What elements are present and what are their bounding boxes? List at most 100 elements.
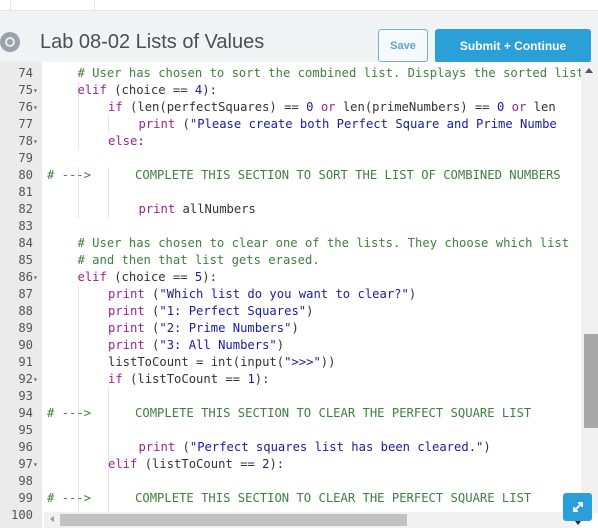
line-number: 79: [18, 151, 33, 165]
code-line[interactable]: 94 # ---> COMPLETE THIS SECTION TO CLEAR …: [0, 405, 580, 422]
code-line[interactable]: 93: [0, 388, 580, 405]
fold-toggle-icon[interactable]: ▾: [33, 269, 41, 286]
code-line[interactable]: 83: [0, 218, 580, 235]
code-token: ): [276, 338, 285, 352]
code-line[interactable]: 92 ▾ if (listToCount == 1):: [0, 371, 580, 388]
code-token: (: [144, 304, 160, 318]
line-number: 95: [18, 423, 33, 437]
code-text: # ---> COMPLETE THIS SECTION TO SORT THE…: [47, 167, 561, 184]
line-number: 89: [18, 321, 33, 335]
code-line[interactable]: 95: [0, 422, 580, 439]
code-line[interactable]: 99 # ---> COMPLETE THIS SECTION TO CLEAR …: [0, 490, 580, 507]
line-number: 98: [18, 474, 33, 488]
code-line[interactable]: 74 # User has chosen to sort the combined…: [0, 65, 583, 82]
expand-editor-button[interactable]: [563, 493, 592, 525]
code-token: print: [138, 117, 176, 131]
code-line[interactable]: 79: [0, 150, 580, 167]
code-token: (: [175, 117, 190, 131]
code-token: ):: [254, 372, 270, 386]
code-editor[interactable]: 74 # User has chosen to sort the combined…: [0, 62, 598, 528]
code-token: ):: [202, 83, 217, 97]
line-number: 96: [18, 440, 33, 454]
line-number: 78: [18, 134, 33, 148]
code-token: # ---> COMPLETE THIS SECTION TO CLEAR TH…: [47, 491, 532, 505]
line-number: 82: [18, 202, 33, 216]
line-number: 80: [18, 168, 33, 182]
horizontal-scroll-thumb[interactable]: [60, 514, 407, 526]
scroll-left-arrow-icon[interactable]: [50, 516, 54, 522]
code-line[interactable]: 91 listToCount = int(input(">>>")): [0, 354, 580, 371]
code-line[interactable]: 89 print ("2: Prime Numbers"): [0, 320, 580, 337]
line-number: 90: [18, 338, 33, 352]
fold-toggle-icon[interactable]: ▾: [33, 133, 41, 150]
code-token: print: [138, 202, 176, 216]
code-line[interactable]: 87 print ("Which list do you want to clea…: [0, 286, 580, 303]
vertical-scrollbar[interactable]: [581, 62, 598, 513]
expand-arrows-icon: [572, 502, 583, 512]
code-token: (: [144, 287, 160, 301]
code-text: # ---> COMPLETE THIS SECTION TO CLEAR TH…: [47, 405, 531, 422]
code-line[interactable]: 90 print ("3: All Numbers"): [0, 337, 580, 354]
fold-toggle-icon[interactable]: ▾: [33, 456, 41, 473]
code-line[interactable]: 75 ▾ elif (choice == 4):: [0, 82, 580, 99]
code-token: ):: [202, 270, 217, 284]
code-text: elif (listToCount == 2):: [108, 456, 284, 473]
scroll-up-arrow-icon[interactable]: [585, 68, 593, 73]
code-token: :: [137, 134, 145, 148]
vertical-scroll-thumb[interactable]: [584, 334, 598, 428]
code-line[interactable]: 96 print ("Perfect squares list has been …: [0, 439, 580, 456]
code-line[interactable]: 81: [0, 184, 580, 201]
line-number: 77: [18, 117, 33, 131]
code-token: (: [144, 338, 160, 352]
code-line[interactable]: 78 ▾ else:: [0, 133, 580, 150]
code-lines[interactable]: 74 # User has chosen to sort the combined…: [0, 65, 584, 524]
code-token: print: [108, 287, 145, 301]
line-number: 99: [18, 491, 33, 505]
code-line[interactable]: 88 print ("1: Perfect Squares"): [0, 303, 580, 320]
fold-toggle-icon[interactable]: ▾: [33, 99, 41, 116]
submit-continue-button[interactable]: Submit + Continue: [435, 29, 591, 63]
code-text: if (listToCount == 1):: [108, 371, 269, 388]
code-token: if: [108, 372, 123, 386]
code-line[interactable]: 82 print allNumbers: [0, 201, 580, 218]
fold-toggle-icon[interactable]: ▾: [33, 82, 41, 99]
code-text: # ---> COMPLETE THIS SECTION TO CLEAR TH…: [47, 490, 531, 507]
line-number: 97: [18, 457, 33, 471]
code-token: print: [138, 440, 176, 454]
code-text: print ("1: Perfect Squares"): [108, 303, 313, 320]
code-line[interactable]: 76 ▾ if (len(perfectSquares) == 0 or len(p…: [0, 99, 580, 116]
code-token: "3: All Numbers": [159, 338, 277, 352]
code-line[interactable]: 85 # and then that list gets erased.: [0, 252, 580, 269]
gear-icon[interactable]: [0, 32, 20, 52]
code-token: if: [108, 100, 123, 114]
code-token: (: [144, 321, 160, 335]
code-token: (listToCount ==: [137, 457, 263, 471]
divider: [10, 0, 11, 10]
line-number: 94: [18, 406, 33, 420]
code-line[interactable]: 97 ▾ elif (listToCount == 2):: [0, 456, 580, 473]
code-line[interactable]: 77 print ("Please create both Perfect Squ…: [0, 116, 580, 133]
code-text: # and then that list gets erased.: [78, 252, 320, 269]
line-number: 76: [18, 100, 33, 114]
save-button[interactable]: Save: [378, 29, 428, 62]
line-number: 91: [18, 355, 33, 369]
line-number: 93: [18, 389, 33, 403]
code-text: elif (choice == 4):: [78, 82, 217, 99]
code-line[interactable]: 86 ▾ elif (choice == 5):: [0, 269, 580, 286]
code-text: print ("3: All Numbers"): [108, 337, 284, 354]
line-number: 88: [18, 304, 33, 318]
code-line[interactable]: 84 # User has chosen to clear one of the …: [0, 235, 580, 252]
top-strip: [0, 0, 598, 11]
code-text: if (len(perfectSquares) == 0 or len(prim…: [108, 99, 556, 116]
horizontal-scrollbar[interactable]: [44, 512, 581, 528]
code-text: print allNumbers: [139, 201, 256, 218]
code-line[interactable]: 80 # ---> COMPLETE THIS SECTION TO SORT T…: [0, 167, 580, 184]
code-line[interactable]: 98: [0, 473, 580, 490]
code-text: # User has chosen to sort the combined l…: [78, 65, 584, 82]
fold-toggle-icon[interactable]: ▾: [33, 371, 41, 388]
code-text: print ("Which list do you want to clear?…: [108, 286, 416, 303]
code-token: # and then that list gets erased.: [77, 253, 320, 267]
code-token: "Perfect squares list has been cleared.": [189, 440, 484, 454]
